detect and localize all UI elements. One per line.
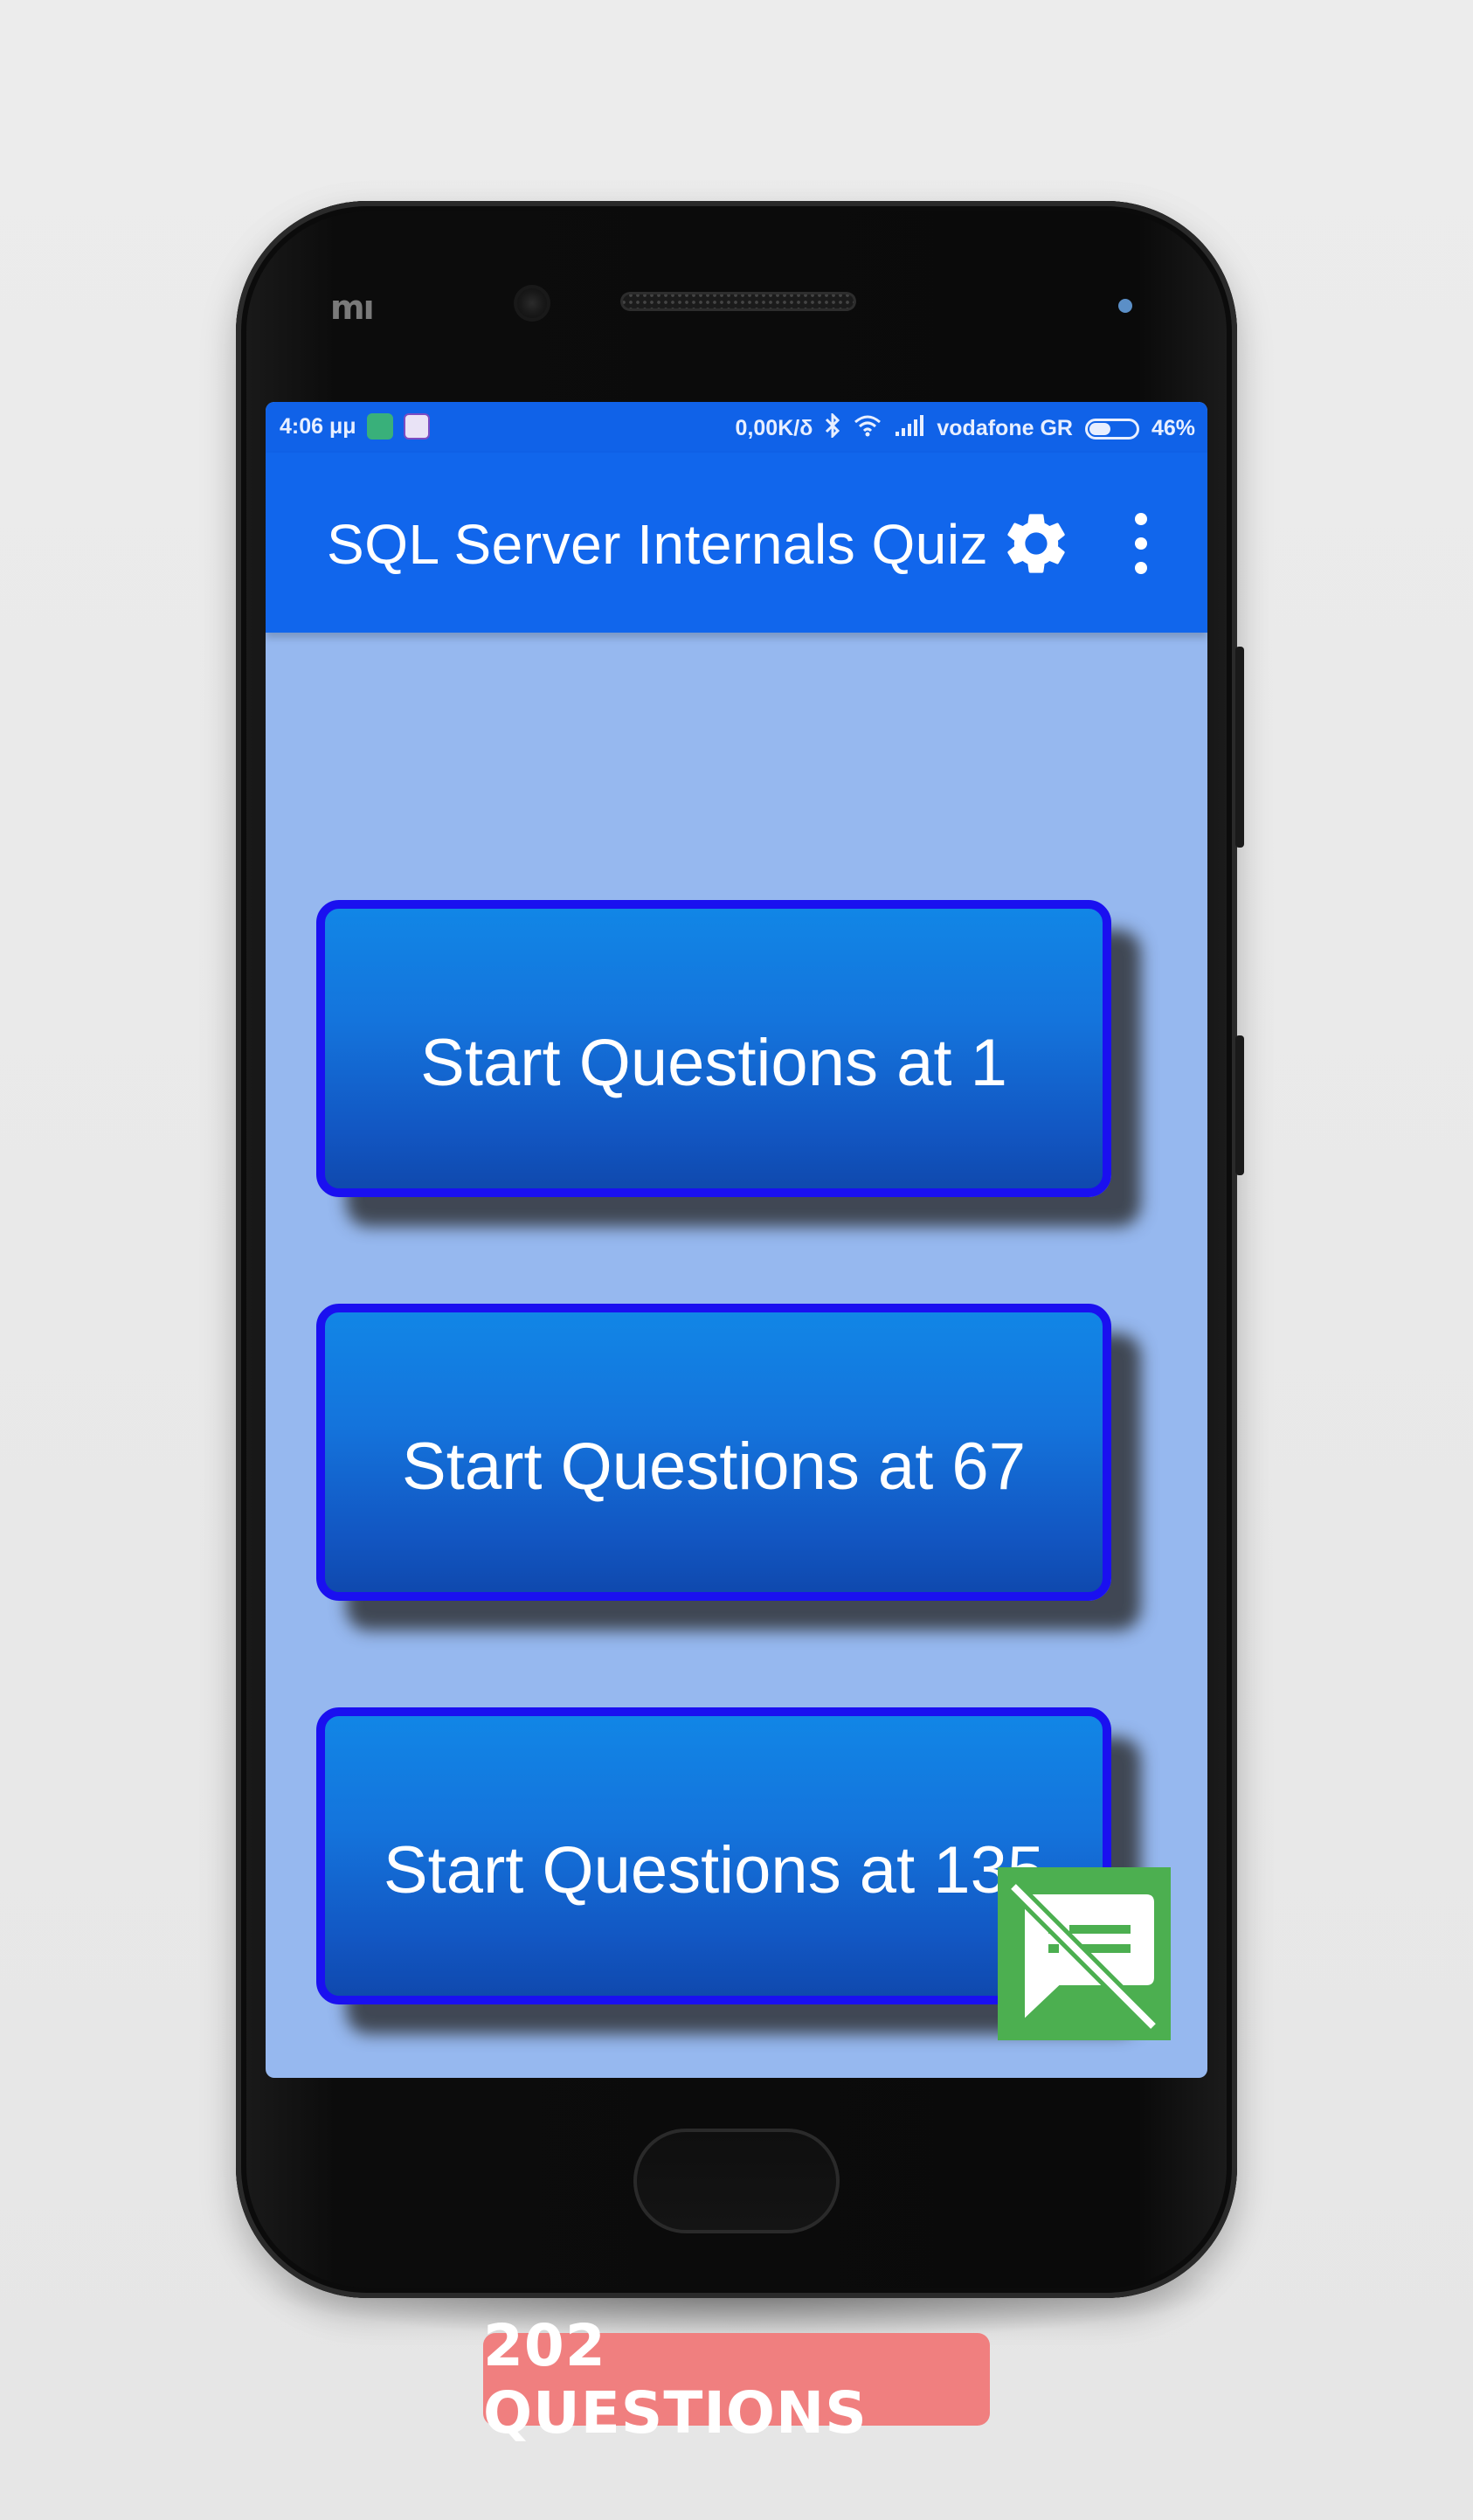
promo-stage: mı 4:06 μμ 0,00K/δ vodafone GR 46% SQL S… <box>0 0 1473 2520</box>
battery-level <box>1089 422 1110 435</box>
gear-icon[interactable] <box>999 507 1073 580</box>
battery-percent: 46% <box>1151 416 1195 440</box>
status-left: 4:06 μμ <box>280 413 430 440</box>
wifi-icon <box>853 413 882 444</box>
more-vertical-icon[interactable] <box>1124 510 1158 577</box>
bluetooth-icon <box>825 412 840 444</box>
battery-icon <box>1084 418 1139 440</box>
status-bar: 4:06 μμ 0,00K/δ vodafone GR 46% <box>266 402 1207 453</box>
proximity-sensor <box>1118 299 1132 313</box>
signal-icon <box>895 414 924 443</box>
start-questions-1-button[interactable]: Start Questions at 1 <box>316 900 1111 1197</box>
front-camera <box>514 285 550 322</box>
status-time: 4:06 μμ <box>280 413 356 439</box>
shield-icon <box>366 413 393 440</box>
button-label: Start Questions at 135 <box>383 1832 1045 1907</box>
app-bar: SQL Server Internals Quiz <box>266 453 1207 633</box>
button-label: Start Questions at 1 <box>420 1025 1007 1100</box>
status-right: 0,00K/δ vodafone GR 46% <box>735 412 1195 444</box>
data-rate: 0,00K/δ <box>735 416 813 440</box>
button-label: Start Questions at 67 <box>402 1429 1026 1504</box>
app-screen: 4:06 μμ 0,00K/δ vodafone GR 46% SQL Serv… <box>266 402 1207 2078</box>
phone-frame: mı 4:06 μμ 0,00K/δ vodafone GR 46% SQL S… <box>236 201 1244 2298</box>
earpiece-speaker <box>620 292 856 311</box>
no-ads-icon[interactable] <box>998 1867 1171 2040</box>
brand-logo: mı <box>330 288 375 327</box>
home-button[interactable] <box>633 2129 840 2233</box>
volume-button <box>1235 647 1244 848</box>
power-button <box>1235 1035 1244 1175</box>
question-count-badge: 202 QUESTIONS <box>483 2312 990 2447</box>
viber-icon <box>403 413 430 440</box>
start-questions-67-button[interactable]: Start Questions at 67 <box>316 1304 1111 1601</box>
carrier-name: vodafone GR <box>937 416 1073 440</box>
start-questions-135-button[interactable]: Start Questions at 135 <box>316 1707 1111 2004</box>
app-title: SQL Server Internals Quiz <box>327 513 989 576</box>
